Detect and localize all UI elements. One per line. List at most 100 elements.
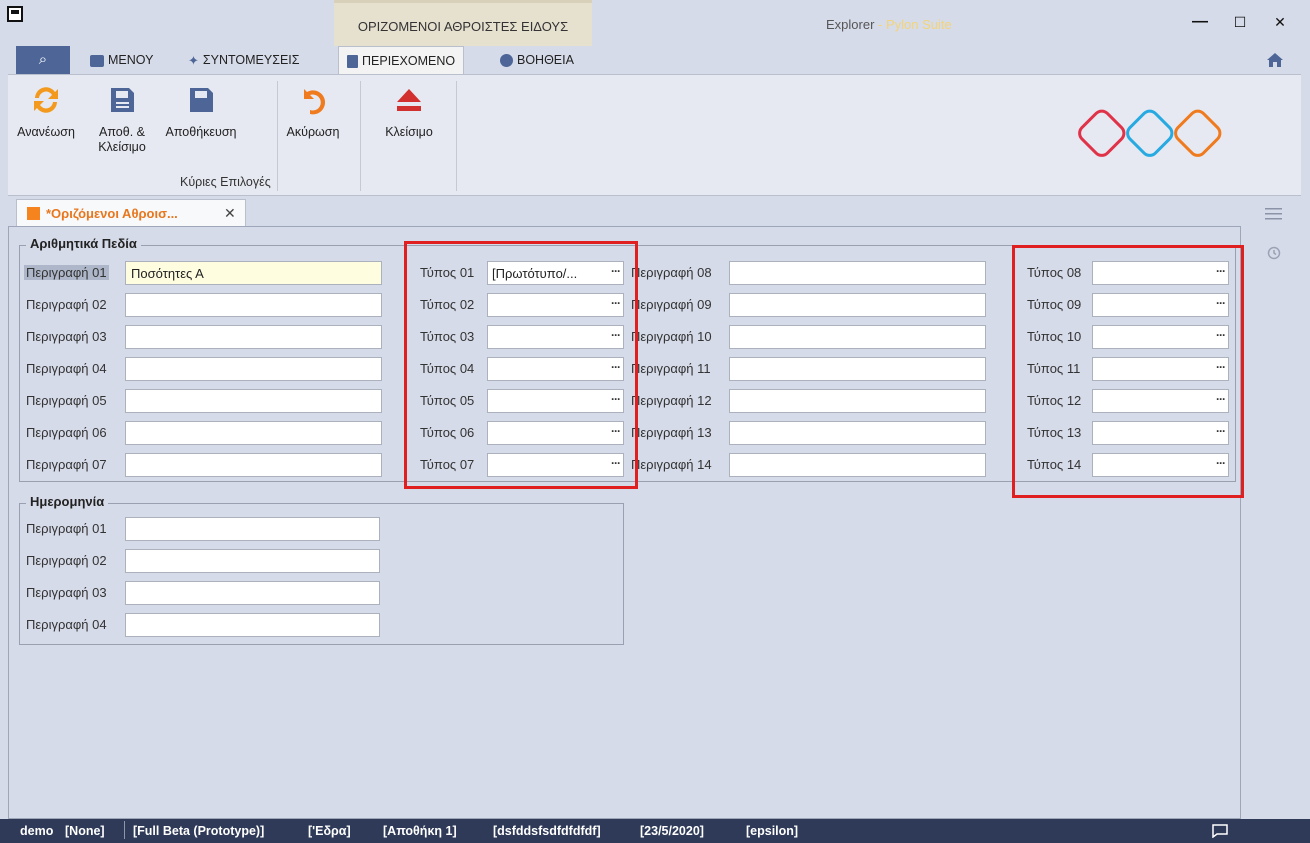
date-description-input[interactable] (125, 581, 380, 605)
status-date: [23/5/2020] (640, 824, 704, 838)
description-label: Περιγραφή 14 (631, 457, 712, 472)
status-warehouse: [Αποθήκη 1] (383, 824, 457, 838)
description-input[interactable] (125, 261, 382, 285)
tab-content[interactable]: ΠΕΡΙΕΧΟΜΕΝΟ (338, 46, 465, 75)
save-icon (190, 88, 213, 112)
description-input[interactable] (729, 261, 986, 285)
status-branch: ['Εδρα] (308, 824, 351, 838)
description-label: Περιγραφή 11 (631, 361, 711, 376)
pin-icon: ✦ (188, 52, 199, 68)
description-label: Περιγραφή 13 (631, 425, 712, 440)
description-input[interactable] (729, 389, 986, 413)
description-input[interactable] (125, 325, 382, 349)
description-label: Περιγραφή 06 (26, 425, 107, 440)
description-label: Περιγραφή 02 (26, 297, 107, 312)
tab-help[interactable]: ΒΟΗΘΕΙΑ (492, 46, 582, 74)
status-bar: demo [None] [Full Beta (Prototype)] ['Εδ… (0, 819, 1310, 843)
document-tab-label: *Οριζόμενοι Αθροισ... (46, 206, 178, 221)
date-description-input[interactable] (125, 613, 380, 637)
save-close-label-2: Κλείσιμο (98, 140, 146, 154)
context-tab-label: ΟΡΙΖΟΜΕΝΟΙ ΑΘΡΟΙΣΤΕΣ ΕΙΔΟΥΣ (357, 19, 569, 34)
date-description-label: Περιγραφή 01 (26, 521, 107, 536)
description-input[interactable] (729, 325, 986, 349)
description-label: Περιγραφή 01 (24, 265, 109, 280)
close-button[interactable]: Κλείσιμο (374, 83, 444, 140)
eject-icon (397, 89, 421, 111)
date-description-input[interactable] (125, 517, 380, 541)
search-tab[interactable]: ⌕ (16, 46, 70, 74)
home-icon[interactable] (1266, 52, 1284, 68)
chat-icon[interactable] (1212, 824, 1228, 838)
refresh-icon (34, 87, 58, 113)
window-title-suite: - Pylon Suite (874, 17, 952, 32)
save-close-icon (111, 88, 134, 112)
description-input[interactable] (125, 357, 382, 381)
status-db: [epsilon] (746, 824, 799, 838)
save-button[interactable]: Αποθήκευση (159, 83, 243, 140)
date-description-label: Περιγραφή 03 (26, 585, 107, 600)
save-close-button[interactable]: Αποθ. & Κλείσιμο (90, 83, 154, 155)
cancel-button[interactable]: Ακύρωση (280, 83, 346, 140)
close-window-button[interactable]: ✕ (1263, 8, 1297, 36)
undo-icon (304, 89, 326, 115)
description-label: Περιγραφή 10 (631, 329, 712, 344)
date-description-label: Περιγραφή 04 (26, 617, 107, 632)
document-icon (347, 55, 358, 69)
menu-icon (90, 54, 104, 67)
maximize-button[interactable]: ☐ (1223, 8, 1257, 36)
tab-help-label: ΒΟΗΘΕΙΑ (517, 53, 574, 67)
save-close-label-1: Αποθ. & (99, 125, 145, 139)
tab-menu[interactable]: ΜΕΝΟΥ (82, 46, 161, 74)
refresh-button[interactable]: Ανανέωση (14, 83, 78, 140)
description-label: Περιγραφή 12 (631, 393, 712, 408)
date-description-label: Περιγραφή 02 (26, 553, 107, 568)
status-company: [dsfddsfsdfdfdfdf] (493, 824, 601, 838)
help-icon (500, 54, 513, 68)
status-edition: [Full Beta (Prototype)] (133, 824, 265, 838)
history-icon[interactable] (1267, 246, 1281, 260)
search-icon: ⌕ (38, 51, 48, 68)
document-tab[interactable]: *Οριζόμενοι Αθροισ... ✕ (16, 199, 246, 227)
highlight-box (404, 241, 638, 489)
tab-shortcuts-label: ΣΥΝΤΟΜΕΥΣΕΙΣ (202, 53, 300, 67)
description-input[interactable] (729, 293, 986, 317)
status-divider (124, 821, 125, 839)
description-input[interactable] (125, 421, 382, 445)
minimize-button[interactable]: — (1183, 8, 1217, 36)
document-tab-icon (27, 207, 40, 220)
description-label: Περιγραφή 07 (26, 457, 107, 472)
ribbon-separator (277, 81, 278, 191)
status-none: [None] (65, 824, 105, 838)
description-input[interactable] (729, 421, 986, 445)
description-input[interactable] (125, 389, 382, 413)
description-input[interactable] (729, 357, 986, 381)
hamburger-menu-icon[interactable] (1265, 208, 1282, 220)
context-tab-header: ΟΡΙΖΟΜΕΝΟΙ ΑΘΡΟΙΣΤΕΣ ΕΙΔΟΥΣ (334, 0, 592, 46)
date-description-input[interactable] (125, 549, 380, 573)
window-title: Explorer - Pylon Suite (826, 17, 952, 32)
tab-shortcuts[interactable]: ✦ ΣΥΝΤΟΜΕΥΣΕΙΣ (180, 46, 307, 74)
description-input[interactable] (729, 453, 986, 477)
ribbon-tabs: ⌕ ΜΕΝΟΥ ✦ ΣΥΝΤΟΜΕΥΣΕΙΣ ΠΕΡΙΕΧΟΜΕΝΟ ΒΟΗΘΕΙ… (0, 46, 1310, 75)
status-user: demo (20, 824, 54, 838)
document-tab-close-button[interactable]: ✕ (224, 205, 236, 222)
ribbon-separator (456, 81, 457, 191)
description-label: Περιγραφή 04 (26, 361, 107, 376)
refresh-label: Ανανέωση (17, 125, 75, 139)
ribbon-group-label: Κύριες Επιλογές (180, 175, 271, 189)
window-title-text: Explorer (826, 17, 875, 32)
numeric-fields-title: Αριθμητικά Πεδία (26, 236, 141, 251)
tab-content-label: ΠΕΡΙΕΧΟΜΕΝΟ (362, 54, 456, 68)
date-fields-title: Ημερομηνία (26, 494, 109, 509)
description-label: Περιγραφή 09 (631, 297, 712, 312)
description-input[interactable] (125, 293, 382, 317)
ribbon-separator (360, 81, 361, 191)
description-input[interactable] (125, 453, 382, 477)
highlight-box (1012, 245, 1244, 498)
app-icon[interactable] (7, 6, 23, 22)
title-bar (0, 0, 1310, 46)
cancel-label: Ακύρωση (286, 125, 340, 139)
description-label: Περιγραφή 05 (26, 393, 107, 408)
company-logo (1078, 109, 1222, 157)
tab-menu-label: ΜΕΝΟΥ (108, 53, 154, 67)
